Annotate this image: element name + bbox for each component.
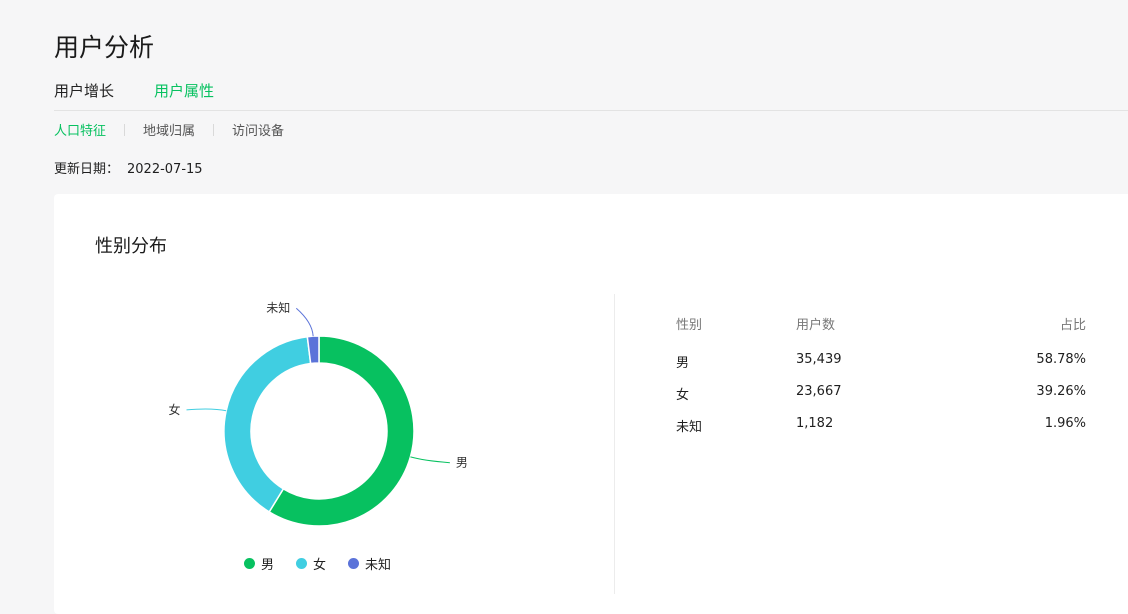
update-date: 更新日期： 2022-07-15 [54, 158, 203, 177]
update-date-value: 2022-07-15 [127, 162, 203, 177]
legend-dot-female [296, 558, 308, 569]
legend-label-female: 女 [313, 558, 327, 573]
slice-label-unknown: 未知 [266, 301, 290, 315]
legend-dot-unknown [348, 558, 360, 569]
table-row: 未知 1,182 1.96% [676, 416, 1086, 448]
gender-card: 性别分布 男女未知 男 女 未知 性别 用户数 占比 男 35,439 58.7… [54, 194, 1128, 614]
legend-item-male[interactable]: 男 [244, 554, 274, 573]
tab-bar: 用户增长 用户属性 [54, 80, 254, 107]
cell-gender: 未知 [676, 420, 703, 435]
tab-user-growth[interactable]: 用户增长 [54, 80, 114, 107]
cell-ratio: 39.26% [1036, 384, 1086, 399]
leader-line-unknown [295, 307, 314, 337]
page-title: 用户分析 [54, 33, 155, 62]
chart-legend: 男 女 未知 [244, 554, 413, 573]
header-ratio: 占比 [1059, 318, 1086, 333]
header-users: 用户数 [796, 318, 836, 333]
slice-label-male: 男 [456, 456, 468, 470]
subtab-demographics[interactable]: 人口特征 [54, 120, 106, 139]
legend-item-unknown[interactable]: 未知 [348, 554, 391, 573]
slice-label-female: 女 [168, 402, 180, 417]
cell-ratio: 58.78% [1036, 352, 1086, 367]
legend-label-unknown: 未知 [365, 558, 392, 573]
subtab-region[interactable]: 地域归属 [143, 120, 195, 139]
cell-gender: 女 [676, 388, 690, 403]
table-header: 性别 用户数 占比 [676, 314, 1086, 352]
leader-line-male [410, 456, 450, 464]
cell-gender: 男 [676, 356, 690, 371]
tab-user-attributes[interactable]: 用户属性 [154, 80, 214, 107]
subtab-device[interactable]: 访问设备 [232, 120, 284, 139]
subtab-separator [213, 123, 215, 136]
cell-users: 1,182 [796, 416, 834, 431]
table-row: 女 23,667 39.26% [676, 384, 1086, 416]
update-date-label: 更新日期： [54, 162, 120, 177]
subtab-separator [124, 123, 126, 136]
table-row: 男 35,439 58.78% [676, 352, 1086, 384]
gender-table: 性别 用户数 占比 男 35,439 58.78% 女 23,667 39.26… [676, 314, 1086, 448]
header-gender: 性别 [676, 318, 703, 333]
subtab-bar: 人口特征 地域归属 访问设备 [54, 120, 284, 139]
legend-label-male: 男 [261, 558, 275, 573]
tabs-divider [54, 110, 1128, 111]
legend-item-female[interactable]: 女 [296, 554, 326, 573]
gender-donut-chart: 男 女 未知 [168, 301, 468, 527]
card-divider [614, 294, 615, 594]
donut-slice-female[interactable] [223, 335, 312, 513]
legend-dot-male [244, 558, 255, 569]
cell-ratio: 1.96% [1044, 416, 1086, 431]
leader-line-female [186, 408, 227, 412]
cell-users: 23,667 [796, 384, 842, 399]
cell-users: 35,439 [796, 352, 842, 367]
